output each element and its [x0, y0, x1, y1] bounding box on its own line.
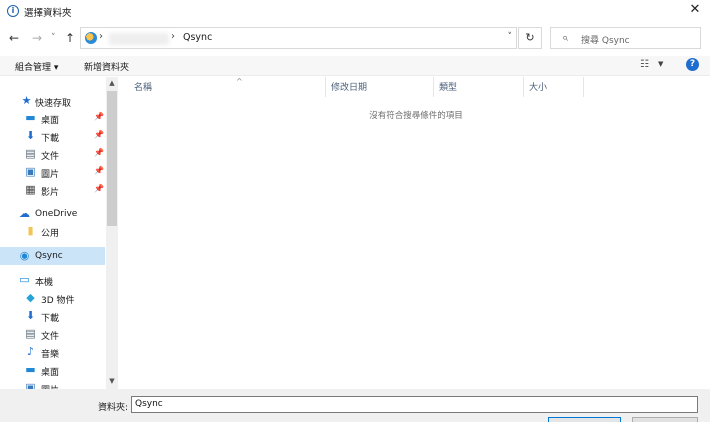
sidebar-item-label: 本機 — [35, 278, 54, 288]
sidebar-item-videos[interactable]: ▦ 影片 📌 — [0, 181, 105, 199]
pin-icon: 📌 — [94, 112, 104, 121]
cancel-button[interactable] — [632, 417, 698, 422]
sidebar-item-label: 影片 — [41, 188, 60, 198]
empty-results-message: 沒有符合搜尋條件的項目 — [369, 111, 463, 121]
sidebar-item-public[interactable]: ▮ 公用 — [0, 222, 105, 240]
desktop-icon: ▬ — [25, 363, 36, 376]
cube-icon: ◆ — [26, 291, 35, 304]
folder-field-label: 資料夾: — [98, 403, 129, 413]
sidebar-item-desktop-pc[interactable]: ▬ 桌面 — [0, 361, 105, 379]
sidebar-item-label: 下載 — [41, 314, 60, 324]
pin-icon: 📌 — [94, 166, 104, 175]
sidebar-item-label: 下載 — [41, 134, 60, 144]
dialog-footer: 資料夾: Qsync — [0, 389, 710, 422]
pin-icon: 📌 — [94, 148, 104, 157]
sidebar-item-3d-objects[interactable]: ◆ 3D 物件 — [0, 289, 105, 307]
sidebar-item-quick-access[interactable]: ★ 快速存取 — [0, 92, 105, 110]
sidebar-item-downloads[interactable]: ⬇ 下載 📌 — [0, 127, 105, 145]
picture-icon: ▣ — [25, 381, 36, 389]
select-folder-button[interactable] — [548, 417, 621, 422]
help-icon[interactable]: ? — [686, 58, 699, 71]
folder-name-input[interactable]: Qsync — [131, 396, 698, 413]
computer-icon: ▭ — [19, 273, 30, 286]
search-icon: ⌕ — [562, 31, 569, 44]
command-bar: 組合管理 ▾ 新增資料夾 ☷ ▼ ? — [0, 56, 710, 76]
qsync-location-icon — [85, 32, 97, 44]
sidebar-item-downloads-pc[interactable]: ⬇ 下載 — [0, 307, 105, 325]
sidebar-item-label: Qsync — [35, 251, 63, 261]
sidebar-item-label: 文件 — [41, 332, 60, 342]
refresh-button[interactable]: ↻ — [518, 27, 542, 49]
sidebar-scrollbar[interactable]: ▲ ▼ — [106, 77, 118, 389]
navigation-pane[interactable]: ★ 快速存取 ▬ 桌面 📌 ⬇ 下載 📌 ▤ 文件 📌 ▣ 圖片 📌 ▦ 影片 … — [0, 77, 118, 389]
sidebar-item-label: 3D 物件 — [41, 296, 75, 306]
sidebar-item-this-pc[interactable]: ▭ 本機 — [0, 271, 105, 289]
close-icon[interactable]: ✕ — [687, 2, 703, 18]
pin-icon: 📌 — [94, 184, 104, 193]
sidebar-item-qsync[interactable]: ◉ Qsync — [0, 247, 105, 265]
breadcrumb-current[interactable]: Qsync — [183, 32, 212, 43]
video-icon: ▦ — [25, 183, 36, 196]
app-icon: i — [7, 5, 19, 17]
download-icon: ⬇ — [25, 129, 36, 142]
pin-icon: 📌 — [94, 130, 104, 139]
scroll-up-icon[interactable]: ▲ — [106, 79, 118, 87]
column-name-label: 名稱 — [134, 83, 153, 93]
up-button[interactable]: ↑ — [65, 30, 75, 46]
scrollbar-thumb[interactable] — [107, 91, 117, 226]
qsync-icon: ◉ — [19, 249, 30, 262]
picture-icon: ▣ — [25, 165, 36, 178]
new-folder-button[interactable]: 新增資料夾 — [84, 60, 129, 73]
sidebar-item-pictures-pc[interactable]: ▣ 圖片 — [0, 379, 105, 389]
view-options-icon[interactable]: ☷ — [640, 59, 649, 70]
download-icon: ⬇ — [25, 309, 36, 322]
sidebar-item-label: 桌面 — [41, 368, 60, 378]
organize-button[interactable]: 組合管理 ▾ — [15, 60, 58, 73]
cloud-icon: ☁ — [19, 207, 30, 220]
sidebar-item-desktop[interactable]: ▬ 桌面 📌 — [0, 109, 105, 127]
breadcrumb-separator-icon[interactable]: › — [171, 31, 175, 42]
sidebar-item-label: 公用 — [41, 229, 60, 239]
back-button[interactable]: ← — [9, 30, 19, 46]
recent-locations-button[interactable]: ˅ — [51, 30, 56, 46]
sidebar-item-label: 音樂 — [41, 350, 60, 360]
column-header-size[interactable]: 大小 — [524, 77, 584, 97]
sidebar-item-label: OneDrive — [35, 209, 78, 219]
sidebar-item-label: 快速存取 — [35, 99, 72, 109]
forward-button[interactable]: → — [32, 30, 42, 46]
column-header-type[interactable]: 類型 — [434, 77, 524, 97]
folder-icon: ▮ — [27, 224, 34, 237]
music-icon: ♪ — [26, 345, 35, 358]
sidebar-item-pictures[interactable]: ▣ 圖片 📌 — [0, 163, 105, 181]
sidebar-item-label: 桌面 — [41, 116, 60, 126]
column-header-name[interactable]: 名稱 ^ — [129, 77, 326, 97]
document-icon: ▤ — [25, 327, 36, 340]
sidebar-item-label: 圖片 — [41, 170, 60, 180]
window-title: 選擇資料夾 — [24, 8, 72, 19]
desktop-icon: ▬ — [25, 111, 36, 124]
star-icon: ★ — [21, 94, 32, 107]
address-bar[interactable]: › › Qsync ˅ — [80, 27, 517, 49]
title-bar: i 選擇資料夾 ✕ — [0, 0, 710, 22]
view-dropdown-icon[interactable]: ▼ — [658, 60, 663, 68]
sidebar-item-label: 文件 — [41, 152, 60, 162]
file-list[interactable]: 名稱 ^ 修改日期 類型 大小 沒有符合搜尋條件的項目 — [118, 77, 710, 389]
address-dropdown-icon[interactable]: ˅ — [508, 32, 513, 42]
search-input[interactable]: 搜尋 Qsync — [581, 33, 630, 46]
sort-ascending-icon: ^ — [236, 77, 243, 86]
sidebar-item-music[interactable]: ♪ 音樂 — [0, 343, 105, 361]
scroll-down-icon[interactable]: ▼ — [106, 377, 118, 385]
breadcrumb-separator-icon[interactable]: › — [99, 31, 103, 42]
sidebar-item-onedrive[interactable]: ☁ OneDrive — [0, 205, 105, 223]
document-icon: ▤ — [25, 147, 36, 160]
sidebar-item-documents[interactable]: ▤ 文件 📌 — [0, 145, 105, 163]
breadcrumb-redacted[interactable] — [109, 33, 169, 45]
search-box[interactable]: ⌕ 搜尋 Qsync — [550, 27, 701, 49]
sidebar-item-documents-pc[interactable]: ▤ 文件 — [0, 325, 105, 343]
column-header-modified[interactable]: 修改日期 — [326, 77, 434, 97]
